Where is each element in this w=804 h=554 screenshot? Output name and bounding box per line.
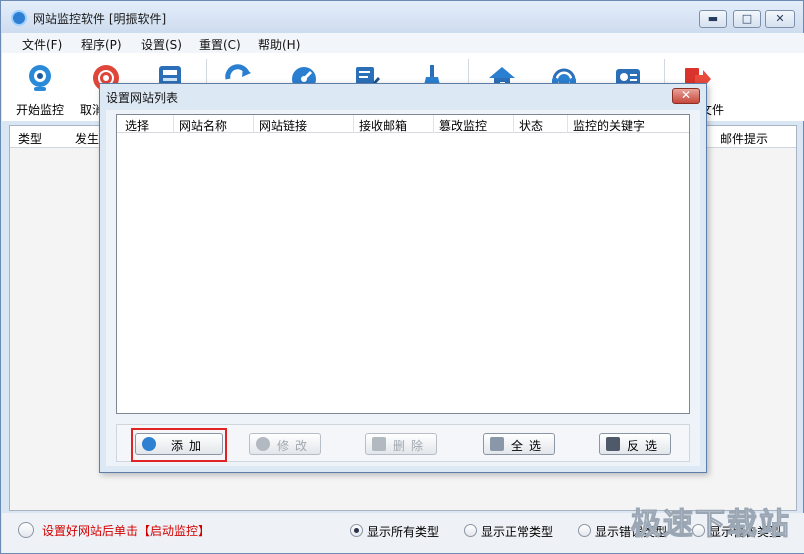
menu-help[interactable]: 帮助(H) [258,36,300,53]
dialog-close-button[interactable]: ✕ [672,88,700,104]
main-window: 网站监控软件 [明振软件] ▬ □ ✕ 文件(F) 程序(P) 设置(S) 重置… [0,0,804,554]
window-title: 网站监控软件 [明振软件] [33,12,167,26]
site-list[interactable]: 选择 网站名称 网站链接 接收邮箱 篡改监控 状态 监控的关键字 [116,114,690,414]
delete-button-label: 删除 [392,439,429,453]
column-header-type[interactable]: 类型 [18,130,42,147]
column-divider[interactable] [253,115,254,133]
column-header-select[interactable]: 选择 [125,117,149,134]
maximize-button[interactable]: □ [733,10,761,28]
invert-selection-button[interactable]: 反选 [599,433,671,455]
start-monitor-button[interactable]: 开始监控 [10,61,70,117]
column-divider[interactable] [513,115,514,133]
minimize-button[interactable]: ▬ [699,10,727,28]
title-bar: 网站监控软件 [明振软件] ▬ □ ✕ [1,1,803,33]
column-header-site-name[interactable]: 网站名称 [179,117,227,134]
menu-program[interactable]: 程序(P) [81,36,122,53]
close-icon: ✕ [680,88,692,102]
menu-bar: 文件(F) 程序(P) 设置(S) 重置(C) 帮助(H) [2,33,804,53]
hint-text: 设置好网站后单击【启动监控】 [42,524,211,538]
site-list-header: 选择 网站名称 网站链接 接收邮箱 篡改监控 状态 监控的关键字 [117,115,689,133]
add-button[interactable]: 添加 [135,433,223,455]
menu-settings[interactable]: 设置(S) [141,36,182,53]
column-header-email-alert[interactable]: 邮件提示 [720,130,768,147]
column-header-status[interactable]: 状态 [519,117,543,134]
column-divider[interactable] [173,115,174,133]
column-header-tamper-monitor[interactable]: 篡改监控 [439,117,487,134]
menu-file[interactable]: 文件(F) [22,36,62,53]
site-list-dialog: 设置网站列表 ✕ 选择 网站名称 网站链接 接收邮箱 篡改监控 状态 监控的关键… [99,83,707,473]
column-header-email[interactable]: 接收邮箱 [359,117,407,134]
radio-normal-types[interactable] [464,524,477,537]
status-indicator [18,522,34,538]
column-header-keywords[interactable]: 监控的关键字 [573,117,645,134]
watermark-text: 极速下载站 [631,507,791,543]
app-logo-icon [11,10,27,26]
select-all-button-label: 全选 [510,439,547,453]
column-divider[interactable] [433,115,434,133]
paperclip-icon [490,437,504,451]
radio-normal-types-label: 显示正常类型 [481,525,554,539]
start-monitor-label: 开始监控 [15,103,64,117]
add-button-label: 添加 [170,439,207,453]
dialog-title: 设置网站列表 [106,91,179,105]
edit-button-label: 修改 [276,439,313,453]
plus-icon [142,437,156,451]
radio-all-types[interactable] [350,524,363,537]
select-all-button[interactable]: 全选 [483,433,555,455]
dialog-body: 选择 网站名称 网站链接 接收邮箱 篡改监控 状态 监控的关键字 添加 修改 删… [106,110,700,466]
delete-button[interactable]: 删除 [365,433,437,455]
radio-error-types[interactable] [578,524,591,537]
column-header-site-url[interactable]: 网站链接 [259,117,307,134]
column-header-time[interactable]: 发生 [75,130,99,147]
maximize-icon: □ [741,12,753,25]
close-button[interactable]: ✕ [765,10,795,28]
minimize-icon: ▬ [707,12,719,25]
radio-all-types-label: 显示所有类型 [367,525,440,539]
column-divider[interactable] [567,115,568,133]
pencil-icon [256,437,270,451]
close-icon: ✕ [775,12,785,25]
edit-button[interactable]: 修改 [249,433,321,455]
column-divider[interactable] [353,115,354,133]
trash-icon [372,437,386,451]
dialog-button-bar: 添加 修改 删除 全选 反选 [116,424,690,462]
menu-reset[interactable]: 重置(C) [199,36,241,53]
invert-selection-button-label: 反选 [626,439,663,453]
webcam-icon [29,65,51,91]
tag-icon [606,437,620,451]
